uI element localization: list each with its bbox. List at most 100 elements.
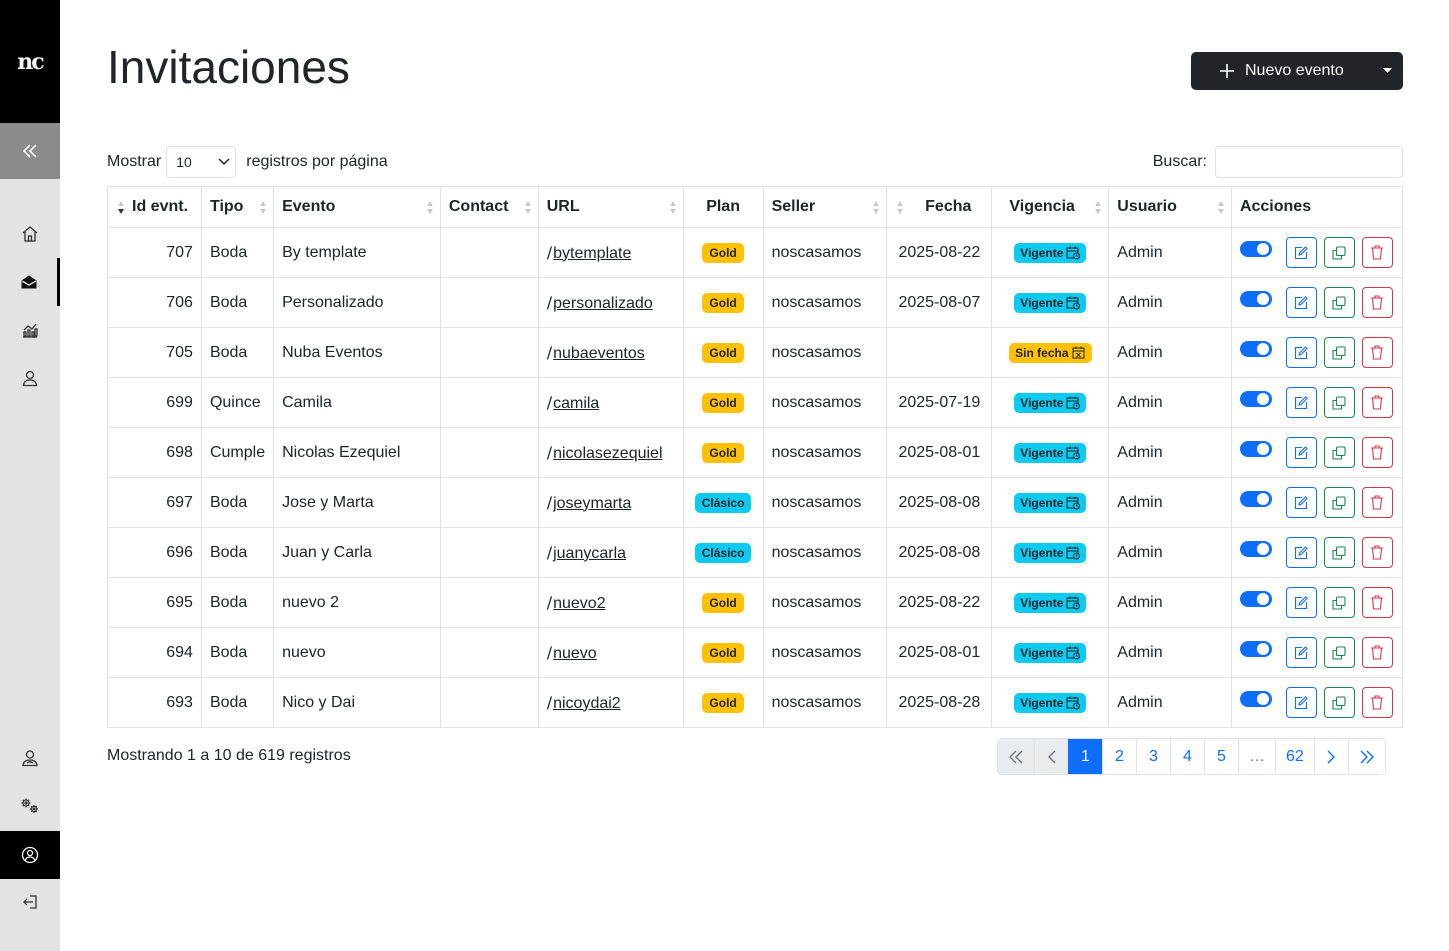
edit-button[interactable] bbox=[1285, 237, 1317, 268]
page-length-select[interactable]: 10 bbox=[166, 146, 237, 178]
sidebar-item-logout[interactable] bbox=[0, 878, 60, 926]
column-header-url[interactable]: URL bbox=[537, 186, 684, 228]
active-toggle[interactable] bbox=[1239, 540, 1272, 557]
event-url-link[interactable]: juanycarla bbox=[553, 545, 626, 562]
delete-button[interactable] bbox=[1361, 287, 1393, 318]
cell-tipo: Boda bbox=[200, 327, 275, 378]
active-toggle[interactable] bbox=[1239, 690, 1272, 707]
collapse-sidebar-button[interactable] bbox=[0, 123, 60, 179]
page-button[interactable]: 2 bbox=[1102, 739, 1136, 774]
active-toggle[interactable] bbox=[1239, 340, 1272, 357]
active-toggle[interactable] bbox=[1239, 440, 1272, 457]
last-page-button[interactable] bbox=[1347, 739, 1385, 774]
duplicate-button[interactable] bbox=[1323, 237, 1355, 268]
copy-icon bbox=[1332, 295, 1347, 310]
sort-icon bbox=[873, 201, 880, 214]
row-actions bbox=[1239, 487, 1394, 518]
active-toggle[interactable] bbox=[1239, 640, 1272, 657]
column-header-tipo[interactable]: Tipo bbox=[200, 186, 275, 228]
slash-icon: ∕ bbox=[546, 542, 553, 562]
delete-button[interactable] bbox=[1361, 437, 1393, 468]
column-header-evento[interactable]: Evento bbox=[273, 186, 441, 228]
event-url-link[interactable]: nicolasezequiel bbox=[553, 445, 662, 462]
column-header-plan[interactable]: Plan bbox=[682, 186, 764, 228]
event-url-link[interactable]: personalizado bbox=[553, 295, 653, 312]
edit-button[interactable] bbox=[1285, 337, 1317, 368]
sidebar-item-settings[interactable] bbox=[0, 782, 60, 830]
event-url-link[interactable]: nuevo2 bbox=[553, 595, 606, 612]
page-button[interactable]: 5 bbox=[1204, 739, 1238, 774]
duplicate-button[interactable] bbox=[1323, 337, 1355, 368]
previous-page-button[interactable] bbox=[1034, 739, 1068, 774]
page-button[interactable]: 62 bbox=[1275, 739, 1314, 774]
edit-button[interactable] bbox=[1285, 637, 1317, 668]
first-page-button[interactable] bbox=[998, 739, 1034, 774]
cell-plan: Gold bbox=[682, 377, 764, 428]
new-event-button[interactable]: Nuevo evento bbox=[1191, 52, 1371, 90]
event-url-link[interactable]: bytemplate bbox=[553, 245, 631, 262]
edit-button[interactable] bbox=[1285, 587, 1317, 618]
active-toggle[interactable] bbox=[1239, 290, 1272, 307]
edit-button[interactable] bbox=[1285, 387, 1317, 418]
duplicate-button[interactable] bbox=[1323, 487, 1355, 518]
table-row: 695 Boda nuevo 2 ∕nuevo2 Gold noscasamos… bbox=[107, 577, 1404, 628]
sidebar-item-stats[interactable] bbox=[0, 306, 60, 354]
next-page-button[interactable] bbox=[1313, 739, 1348, 774]
delete-button[interactable] bbox=[1361, 537, 1393, 568]
sidebar-item-home[interactable] bbox=[0, 210, 60, 258]
column-header-id[interactable]: Id evnt. bbox=[107, 186, 202, 228]
delete-button[interactable] bbox=[1361, 687, 1393, 718]
duplicate-button[interactable] bbox=[1323, 637, 1355, 668]
search-input[interactable] bbox=[1215, 146, 1403, 178]
delete-button[interactable] bbox=[1361, 237, 1393, 268]
sidebar-item-users[interactable] bbox=[0, 354, 60, 402]
delete-button[interactable] bbox=[1361, 587, 1393, 618]
event-url-link[interactable]: nuevo bbox=[553, 645, 597, 662]
column-header-seller[interactable]: Seller bbox=[762, 186, 888, 228]
sidebar-item-invitations[interactable] bbox=[0, 258, 60, 306]
column-header-usuario[interactable]: Usuario bbox=[1108, 186, 1232, 228]
edit-button[interactable] bbox=[1285, 687, 1317, 718]
cell-seller: noscasamos bbox=[762, 577, 888, 628]
delete-button[interactable] bbox=[1361, 487, 1393, 518]
event-url-link[interactable]: joseymarta bbox=[553, 495, 631, 512]
edit-button[interactable] bbox=[1285, 537, 1317, 568]
delete-button[interactable] bbox=[1361, 337, 1393, 368]
active-toggle[interactable] bbox=[1239, 390, 1272, 407]
row-actions bbox=[1239, 287, 1394, 318]
edit-button[interactable] bbox=[1285, 287, 1317, 318]
sidebar-item-admin-users[interactable] bbox=[0, 734, 60, 782]
page-button[interactable]: 1 bbox=[1068, 739, 1102, 774]
vigencia-label: Vigente bbox=[1020, 545, 1064, 560]
duplicate-button[interactable] bbox=[1323, 587, 1355, 618]
duplicate-button[interactable] bbox=[1323, 287, 1355, 318]
duplicate-button[interactable] bbox=[1323, 687, 1355, 718]
active-toggle[interactable] bbox=[1239, 490, 1272, 507]
sidebar-item-profile[interactable] bbox=[0, 831, 60, 879]
cell-vigencia: Vigente bbox=[991, 627, 1110, 678]
cell-contact bbox=[439, 377, 539, 428]
event-url-link[interactable]: nubaeventos bbox=[553, 345, 645, 362]
duplicate-button[interactable] bbox=[1323, 437, 1355, 468]
duplicate-button[interactable] bbox=[1323, 387, 1355, 418]
active-toggle[interactable] bbox=[1239, 590, 1272, 607]
delete-button[interactable] bbox=[1361, 387, 1393, 418]
column-header-contact[interactable]: Contact bbox=[439, 186, 539, 228]
event-url-link[interactable]: nicoydai2 bbox=[553, 695, 621, 712]
page-button[interactable]: 4 bbox=[1170, 739, 1204, 774]
edit-button[interactable] bbox=[1285, 487, 1317, 518]
logo[interactable]: nc bbox=[0, 0, 60, 123]
page-button[interactable]: 3 bbox=[1136, 739, 1170, 774]
delete-button[interactable] bbox=[1361, 637, 1393, 668]
cell-id: 698 bbox=[107, 427, 202, 478]
cell-usuario: Admin bbox=[1108, 477, 1232, 528]
active-toggle[interactable] bbox=[1239, 240, 1272, 257]
cell-evento: Personalizado bbox=[273, 277, 441, 328]
column-header-fecha[interactable]: Fecha bbox=[886, 186, 993, 228]
edit-button[interactable] bbox=[1285, 437, 1317, 468]
new-event-dropdown-toggle[interactable] bbox=[1371, 52, 1403, 90]
column-header-vigencia[interactable]: Vigencia bbox=[991, 186, 1110, 228]
duplicate-button[interactable] bbox=[1323, 537, 1355, 568]
event-url-link[interactable]: camila bbox=[553, 395, 599, 412]
slash-icon: ∕ bbox=[546, 342, 553, 362]
